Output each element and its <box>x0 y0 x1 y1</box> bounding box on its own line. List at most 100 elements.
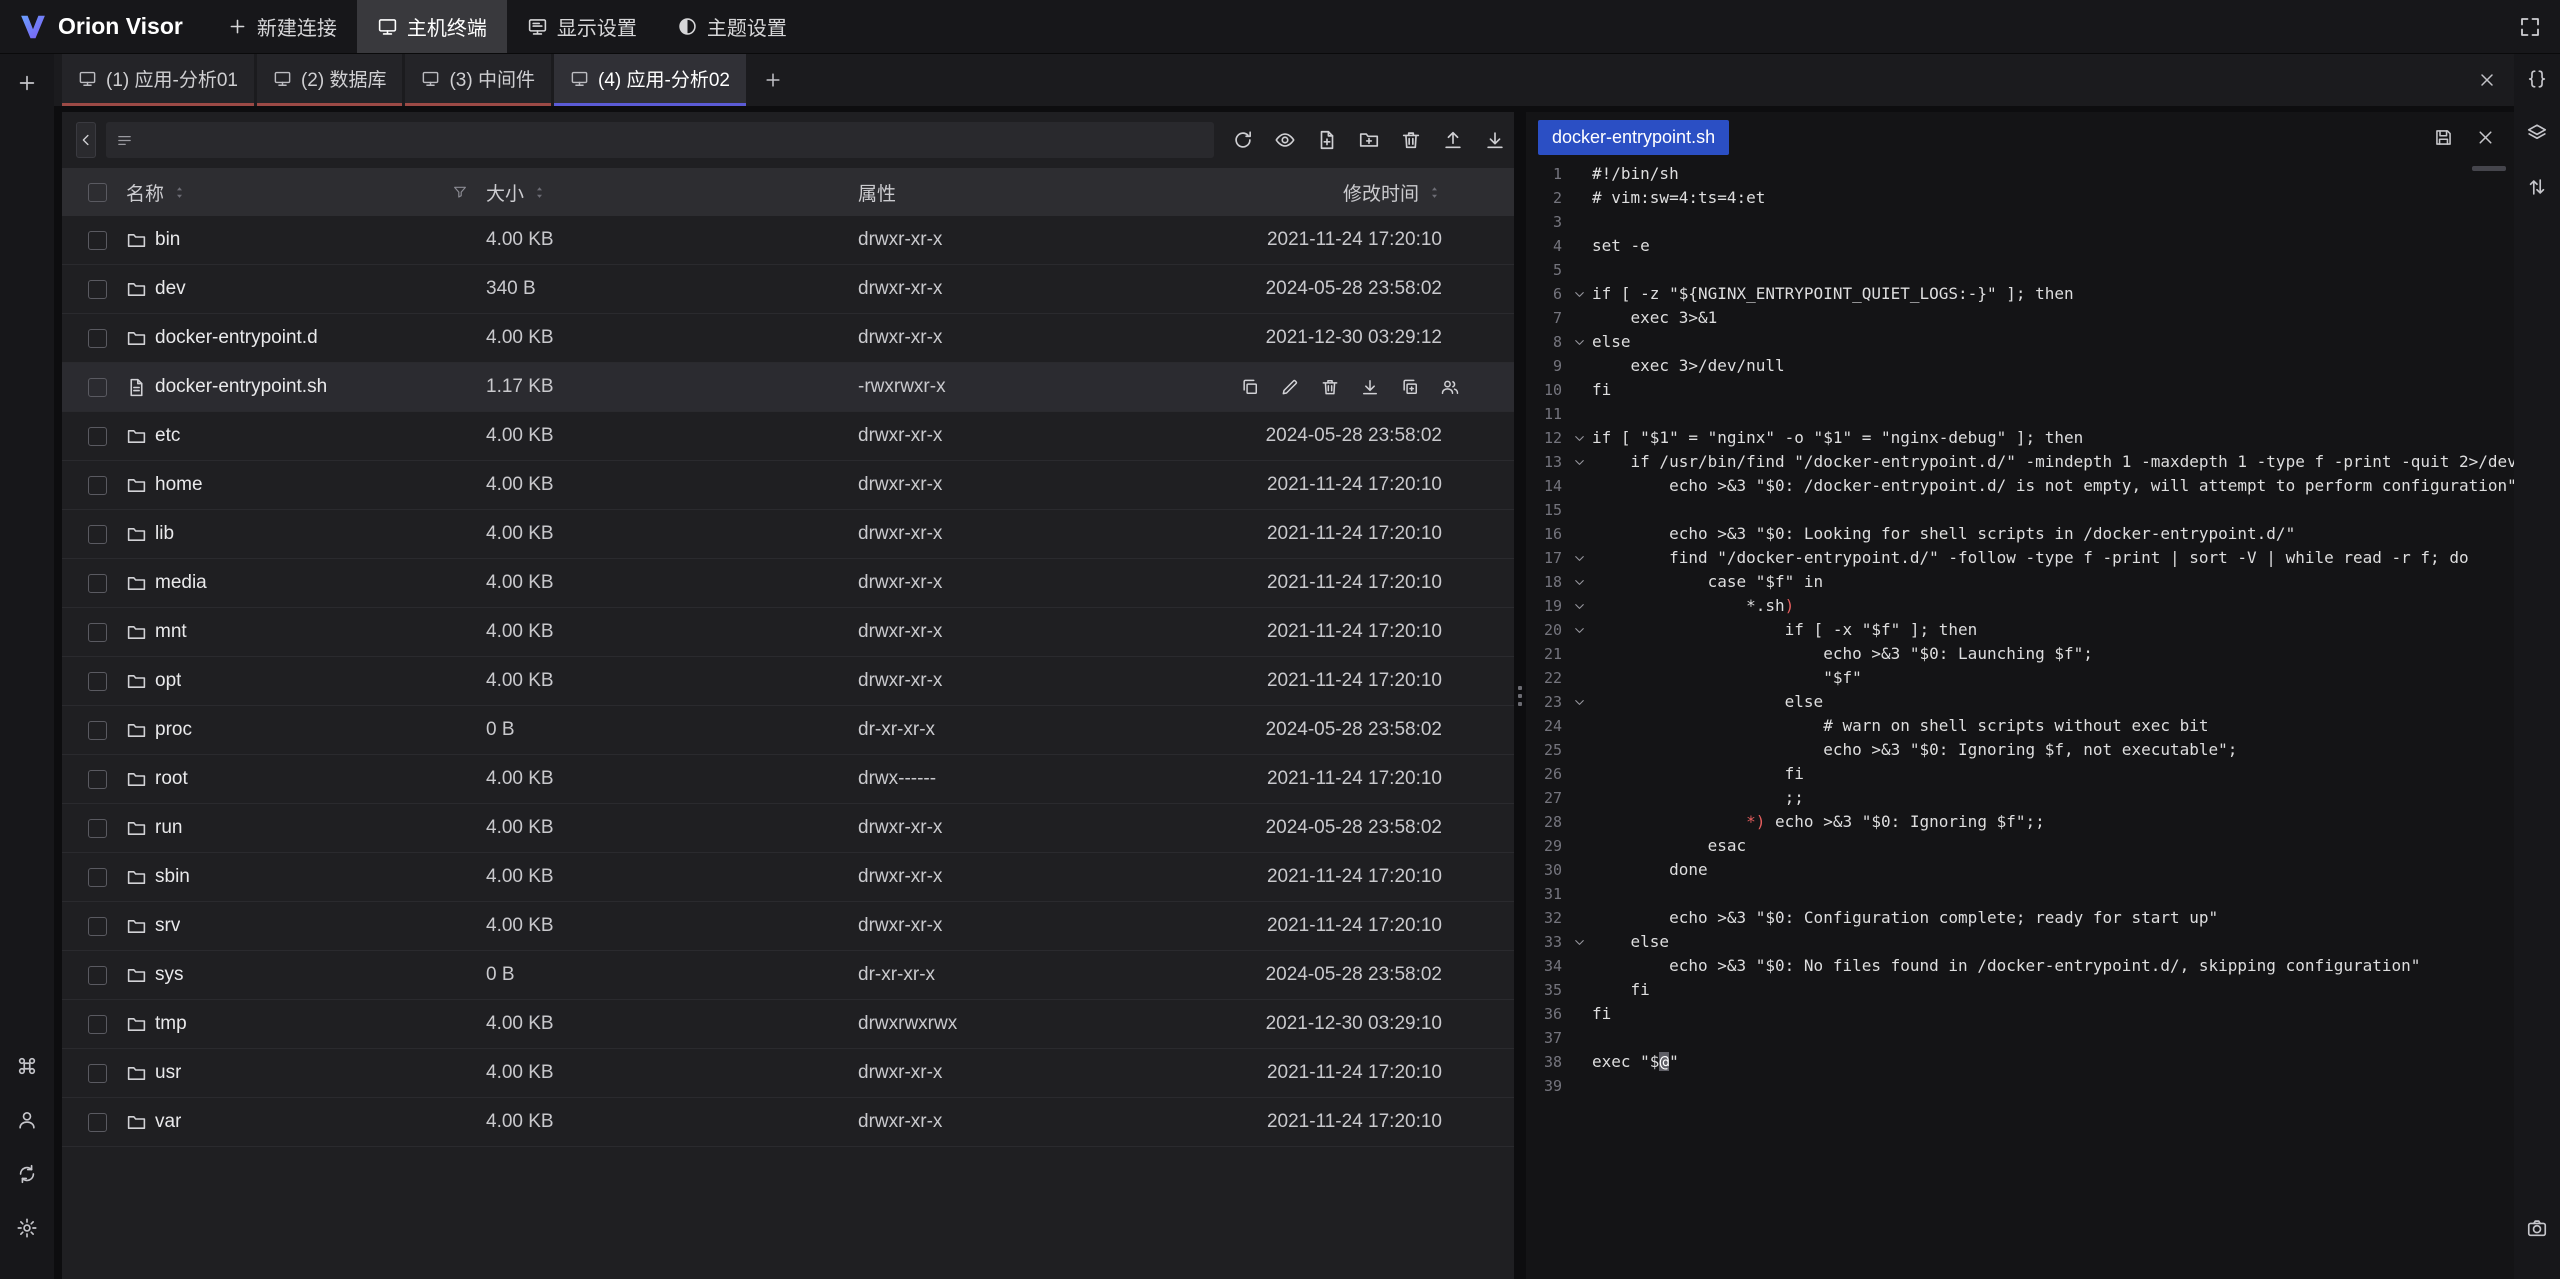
filter-icon[interactable] <box>452 184 468 200</box>
column-name-label[interactable]: 名称 <box>126 179 164 206</box>
file-row[interactable]: sys0 Bdr-xr-xr-x2024-05-28 23:58:02 <box>62 951 1514 1000</box>
add-tab-button[interactable] <box>749 54 797 106</box>
row-checkbox[interactable] <box>88 623 107 642</box>
row-checkbox[interactable] <box>88 672 107 691</box>
swap-button[interactable] <box>2520 170 2554 204</box>
fullscreen-button[interactable] <box>2500 0 2560 53</box>
path-input[interactable] <box>106 122 1214 158</box>
file-row[interactable]: srv4.00 KBdrwxr-xr-x2021-11-24 17:20:10 <box>62 902 1514 951</box>
file-row[interactable]: lib4.00 KBdrwxr-xr-x2021-11-24 17:20:10 <box>62 510 1514 559</box>
code-editor[interactable]: 1#!/bin/sh2# vim:sw=4:ts=4:et34set -e56i… <box>1526 162 2514 1279</box>
file-row[interactable]: dev340 Bdrwxr-xr-x2024-05-28 23:58:02 <box>62 265 1514 314</box>
terminal-tab[interactable]: (3) 中间件 <box>405 54 551 106</box>
terminal-tab[interactable]: (2) 数据库 <box>257 54 403 106</box>
refresh-button[interactable] <box>1224 122 1262 158</box>
download-button[interactable] <box>1352 371 1388 403</box>
back-button[interactable] <box>76 122 96 158</box>
row-checkbox[interactable] <box>88 1113 107 1132</box>
fold-toggle[interactable] <box>1566 618 1592 642</box>
row-checkbox[interactable] <box>88 819 107 838</box>
delete-button[interactable] <box>1312 371 1348 403</box>
fold-toggle[interactable] <box>1566 690 1592 714</box>
file-row[interactable]: bin4.00 KBdrwxr-xr-x2021-11-24 17:20:10 <box>62 216 1514 265</box>
file-row[interactable]: docker-entrypoint.sh1.17 KB-rwxrwxr-x <box>62 363 1514 412</box>
row-checkbox[interactable] <box>88 231 107 250</box>
row-checkbox[interactable] <box>88 868 107 887</box>
row-checkbox[interactable] <box>88 1015 107 1034</box>
new-folder-button[interactable] <box>1350 122 1388 158</box>
fold-toggle[interactable] <box>1566 330 1592 354</box>
eye-button[interactable] <box>1266 122 1304 158</box>
plus-button[interactable] <box>10 66 44 100</box>
file-row[interactable]: etc4.00 KBdrwxr-xr-x2024-05-28 23:58:02 <box>62 412 1514 461</box>
panel-resize-handle[interactable] <box>1514 112 1526 1279</box>
sync-button[interactable] <box>10 1157 44 1191</box>
row-checkbox[interactable] <box>88 721 107 740</box>
row-checkbox[interactable] <box>88 329 107 348</box>
row-checkbox[interactable] <box>88 574 107 593</box>
fold-toggle[interactable] <box>1566 546 1592 570</box>
copy-button[interactable] <box>1232 371 1268 403</box>
braces-button[interactable] <box>2520 62 2554 96</box>
row-checkbox[interactable] <box>88 966 107 985</box>
file-row[interactable]: run4.00 KBdrwxr-xr-x2024-05-28 23:58:02 <box>62 804 1514 853</box>
row-checkbox[interactable] <box>88 770 107 789</box>
fold-toggle[interactable] <box>1566 282 1592 306</box>
row-checkbox[interactable] <box>88 427 107 446</box>
row-checkbox[interactable] <box>88 1064 107 1083</box>
file-row[interactable]: sbin4.00 KBdrwxr-xr-x2021-11-24 17:20:10 <box>62 853 1514 902</box>
fold-toggle[interactable] <box>1566 930 1592 954</box>
permissions-button[interactable] <box>1432 371 1468 403</box>
terminal-tab[interactable]: (1) 应用-分析01 <box>62 54 254 106</box>
row-checkbox[interactable] <box>88 280 107 299</box>
duplicate-button[interactable] <box>1392 371 1428 403</box>
file-row[interactable]: media4.00 KBdrwxr-xr-x2021-11-24 17:20:1… <box>62 559 1514 608</box>
file-row[interactable]: root4.00 KBdrwx------2021-11-24 17:20:10 <box>62 755 1514 804</box>
editor-scrollbar-thumb[interactable] <box>2472 166 2506 171</box>
nav-item-new-connection[interactable]: 新建连接 <box>207 0 357 53</box>
camera-button[interactable] <box>2520 1211 2554 1245</box>
fold-toggle[interactable] <box>1566 426 1592 450</box>
row-checkbox[interactable] <box>88 476 107 495</box>
nav-item-display-settings[interactable]: 显示设置 <box>507 0 657 53</box>
nav-item-theme-settings[interactable]: 主题设置 <box>657 0 807 53</box>
file-row[interactable]: tmp4.00 KBdrwxrwxrwx2021-12-30 03:29:10 <box>62 1000 1514 1049</box>
brand[interactable]: Orion Visor <box>0 0 207 53</box>
sort-icon[interactable] <box>532 185 547 200</box>
fold-toggle[interactable] <box>1566 450 1592 474</box>
file-row[interactable]: mnt4.00 KBdrwxr-xr-x2021-11-24 17:20:10 <box>62 608 1514 657</box>
select-all-checkbox[interactable] <box>88 183 107 202</box>
file-row[interactable]: var4.00 KBdrwxr-xr-x2021-11-24 17:20:10 <box>62 1098 1514 1147</box>
download-button[interactable] <box>1476 122 1514 158</box>
file-row[interactable]: usr4.00 KBdrwxr-xr-x2021-11-24 17:20:10 <box>62 1049 1514 1098</box>
column-size-label[interactable]: 大小 <box>486 179 524 206</box>
file-row[interactable]: proc0 Bdr-xr-xr-x2024-05-28 23:58:02 <box>62 706 1514 755</box>
path-field[interactable] <box>141 130 1204 151</box>
command-button[interactable] <box>10 1049 44 1083</box>
nav-item-host-terminal[interactable]: 主机终端 <box>357 0 507 53</box>
sort-icon[interactable] <box>172 185 187 200</box>
file-row[interactable]: docker-entrypoint.d4.00 KBdrwxr-xr-x2021… <box>62 314 1514 363</box>
delete-button[interactable] <box>1392 122 1430 158</box>
fold-toggle[interactable] <box>1566 570 1592 594</box>
fold-toggle[interactable] <box>1566 594 1592 618</box>
sort-icon[interactable] <box>1427 185 1442 200</box>
terminal-tab[interactable]: (4) 应用-分析02 <box>554 54 746 106</box>
row-checkbox[interactable] <box>88 917 107 936</box>
file-row[interactable]: home4.00 KBdrwxr-xr-x2021-11-24 17:20:10 <box>62 461 1514 510</box>
new-file-button[interactable] <box>1308 122 1346 158</box>
file-row[interactable]: opt4.00 KBdrwxr-xr-x2021-11-24 17:20:10 <box>62 657 1514 706</box>
layers-button[interactable] <box>2520 116 2554 150</box>
row-checkbox[interactable] <box>88 378 107 397</box>
editor-file-tab[interactable]: docker-entrypoint.sh <box>1538 120 1729 155</box>
row-checkbox[interactable] <box>88 525 107 544</box>
column-attr-label[interactable]: 属性 <box>858 179 896 206</box>
column-time-label[interactable]: 修改时间 <box>1343 179 1419 206</box>
edit-button[interactable] <box>1272 371 1308 403</box>
settings-button[interactable] <box>10 1211 44 1245</box>
user-button[interactable] <box>10 1103 44 1137</box>
upload-button[interactable] <box>1434 122 1472 158</box>
close-button[interactable] <box>2468 120 2502 154</box>
close-panel-button[interactable] <box>2460 54 2514 106</box>
save-button[interactable] <box>2426 120 2460 154</box>
